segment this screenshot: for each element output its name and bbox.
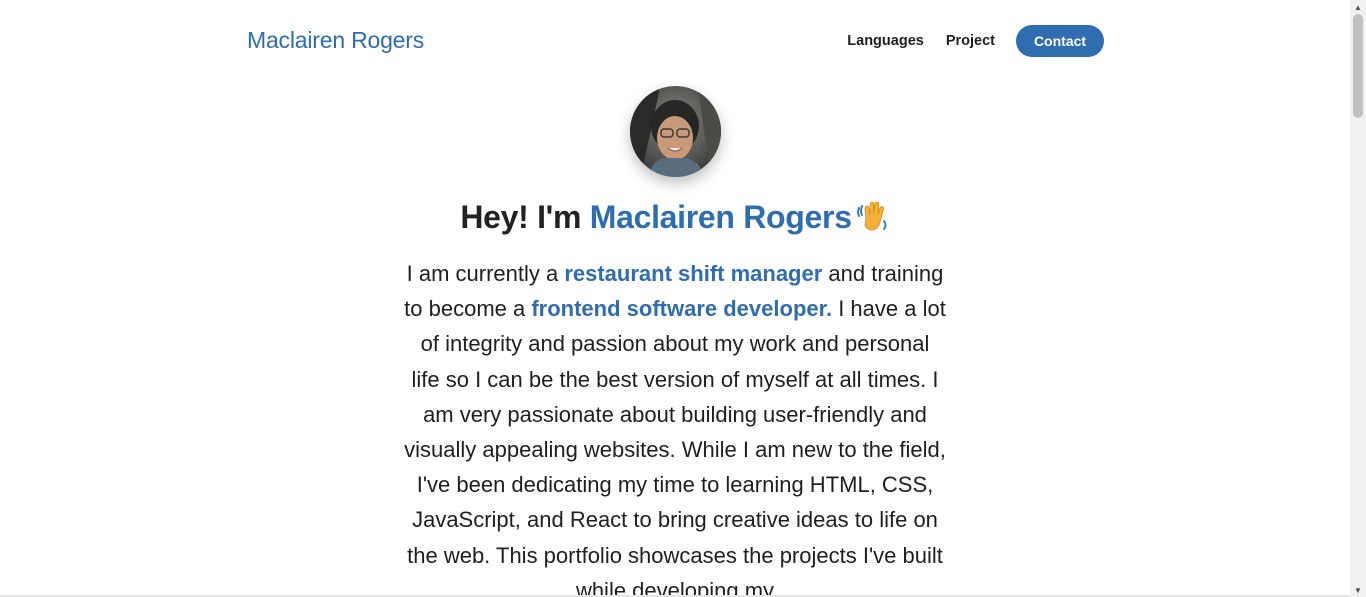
hero-name: Maclairen Rogers: [589, 199, 852, 235]
bio-highlight-goal: frontend software developer.: [531, 296, 833, 322]
avatar-photo: [630, 86, 721, 177]
scroll-up-arrow-icon[interactable]: ▲: [1350, 0, 1366, 14]
avatar: [630, 86, 721, 177]
hero-greeting: Hey! I'm: [460, 199, 590, 235]
hero-bio: I am currently a restaurant shift manage…: [404, 256, 946, 597]
bio-highlight-role: restaurant shift manager: [564, 261, 823, 286]
scroll-down-arrow-icon[interactable]: ▼: [1350, 583, 1366, 597]
bio-text-1: I am currently a: [406, 261, 565, 286]
scrollbar-thumb[interactable]: [1353, 14, 1363, 118]
page: Maclairen Rogers Languages Project Conta…: [0, 0, 1366, 597]
nav-link-project[interactable]: Project: [946, 33, 995, 49]
contact-button[interactable]: Contact: [1016, 25, 1104, 57]
brand-logo-link[interactable]: Maclairen Rogers: [247, 27, 424, 54]
nav-link-languages[interactable]: Languages: [847, 33, 924, 49]
vertical-scrollbar[interactable]: ▲ ▼: [1350, 0, 1366, 597]
hero-heading: Hey! I'm Maclairen Rogers: [0, 199, 1350, 236]
main-nav: Languages Project Contact: [847, 25, 1104, 57]
bio-text-3: I have a lot of integrity and passion ab…: [404, 296, 946, 597]
site-header: Maclairen Rogers Languages Project Conta…: [0, 0, 1350, 84]
waving-hand-icon: [856, 201, 887, 231]
